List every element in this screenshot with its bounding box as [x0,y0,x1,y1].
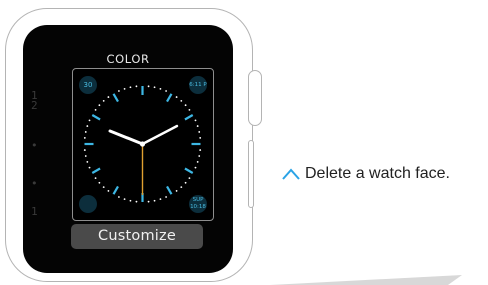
face-mode-label: COLOR [106,52,150,66]
minute-dot [135,85,138,88]
minute-dot [199,137,202,139]
minute-dot [199,149,202,151]
minute-dot [184,104,187,107]
callout-text: Delete a watch face. [305,165,450,182]
hour-marker [166,185,173,195]
watch-face-preview[interactable]: 30 6:11 P SUP 10:18 [72,68,214,221]
hour-marker [184,114,194,121]
minute-dot [102,99,105,102]
minute-dot [165,196,167,198]
minute-dot [175,190,178,192]
hour-marker [184,167,194,174]
minute-hand [141,124,179,146]
minute-dot [94,177,97,179]
digital-crown[interactable] [248,70,262,126]
minute-dot [135,200,138,203]
minute-dot [86,125,89,127]
minute-dot [184,181,187,184]
minute-dot [175,96,178,98]
minute-dot [118,196,120,198]
customize-button[interactable]: Customize [71,224,203,249]
hour-marker [91,114,101,121]
minute-dot [147,200,150,203]
minute-dot [165,90,167,92]
minute-dot [86,161,89,163]
minute-dot [98,181,101,184]
minute-dot [88,166,91,169]
minute-dot [180,186,183,189]
minute-dot [129,199,132,202]
minute-dot [107,96,110,98]
minute-dot [196,161,199,163]
minute-dot [194,166,197,169]
hour-marker [166,93,173,103]
minute-dot [84,131,87,133]
illustration: 1 2 • • 1 • - 9 - COLOR 30 6: [0,0,488,285]
minute-dot [159,87,162,90]
hour-hand [108,129,144,146]
adjacent-face-left: 1 2 • • 1 [31,89,38,218]
chevron-up-icon [282,168,300,180]
minute-dot [188,109,191,111]
minute-dot [194,119,197,122]
complication-top-left[interactable]: 30 [79,76,97,94]
minute-dot [123,87,126,90]
minute-dot [88,119,91,122]
watch-screen[interactable]: 1 2 • • 1 • - 9 - COLOR 30 6: [23,25,233,273]
minute-dot [153,86,156,89]
minute-dot [98,104,101,107]
minute-dot [159,198,162,201]
minute-dot [198,131,201,133]
complication-top-right[interactable]: 6:11 P [189,76,207,94]
hour-marker [91,167,101,174]
hand-pivot [139,141,146,147]
minute-dot [188,177,191,179]
minute-dot [123,198,126,201]
minute-dot [83,149,86,151]
complication-bottom-left[interactable] [79,195,97,213]
hour-marker [112,185,119,195]
minute-dot [107,190,110,192]
minute-dot [196,125,199,127]
hour-marker [112,93,119,103]
minute-dot [84,155,87,157]
minute-dot [198,155,201,157]
minute-dot [129,86,132,89]
minute-dot [147,85,150,88]
side-button[interactable] [248,140,254,208]
callout: Delete a watch face. [281,165,450,183]
minute-dot [94,109,97,111]
complication-bottom-right[interactable]: SUP 10:18 [189,195,207,213]
minute-dot [83,137,86,139]
minute-dot [180,99,183,102]
minute-dot [102,186,105,189]
minute-dot [118,90,120,92]
minute-dot [153,199,156,202]
